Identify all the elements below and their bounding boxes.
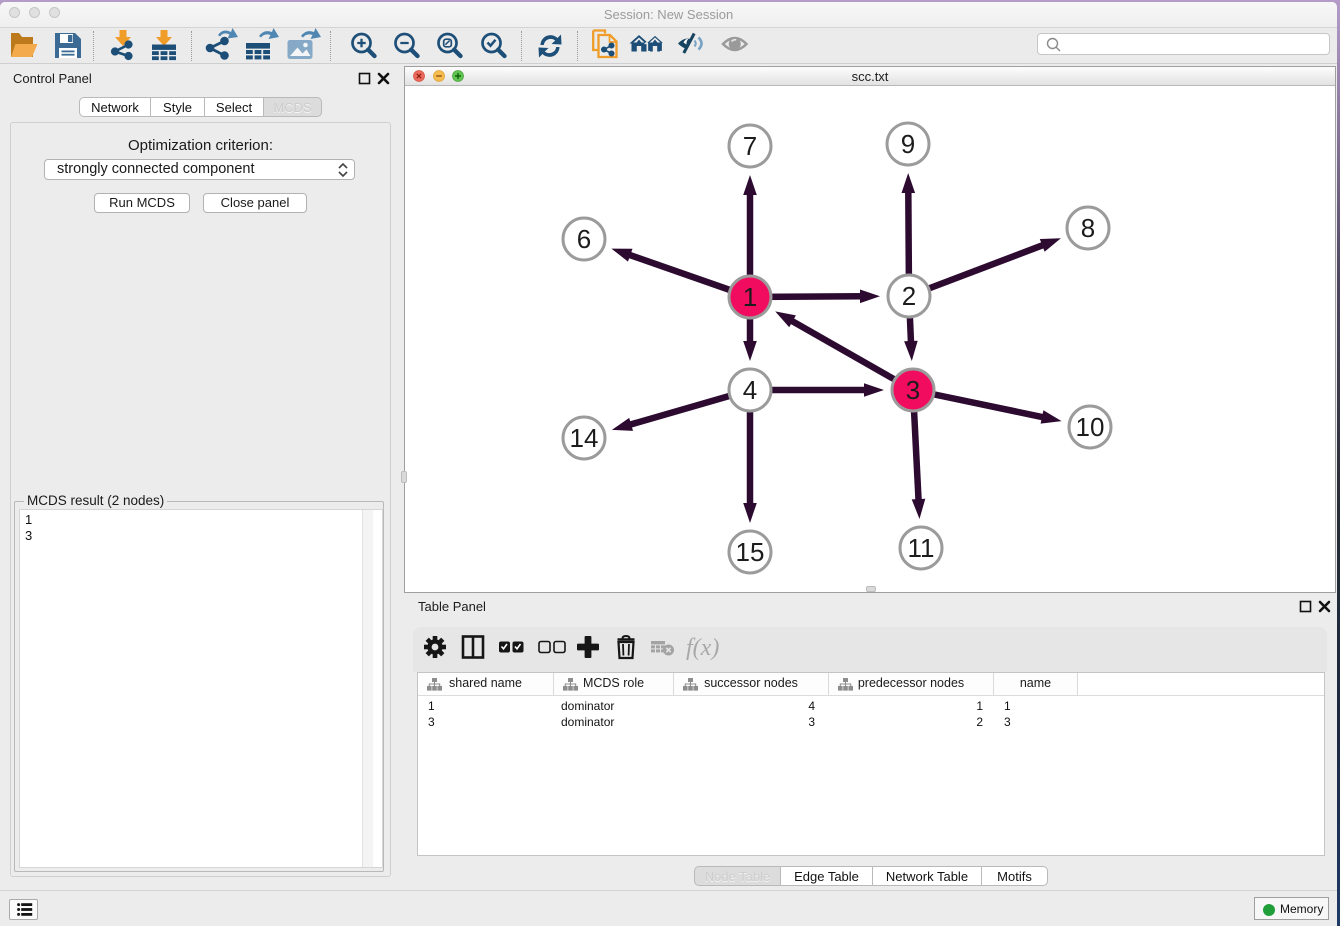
svg-text:3: 3 <box>906 375 920 405</box>
svg-text:f(x): f(x) <box>686 635 719 661</box>
svg-text:14: 14 <box>570 423 599 453</box>
svg-text:15: 15 <box>736 537 765 567</box>
svg-text:8: 8 <box>1081 213 1095 243</box>
svg-text:4: 4 <box>743 375 757 405</box>
svg-text:1: 1 <box>743 282 757 312</box>
svg-text:7: 7 <box>743 131 757 161</box>
svg-text:6: 6 <box>577 224 591 254</box>
svg-text:9: 9 <box>901 129 915 159</box>
svg-text:10: 10 <box>1076 412 1105 442</box>
svg-text:2: 2 <box>902 281 916 311</box>
svg-text:11: 11 <box>908 533 935 563</box>
